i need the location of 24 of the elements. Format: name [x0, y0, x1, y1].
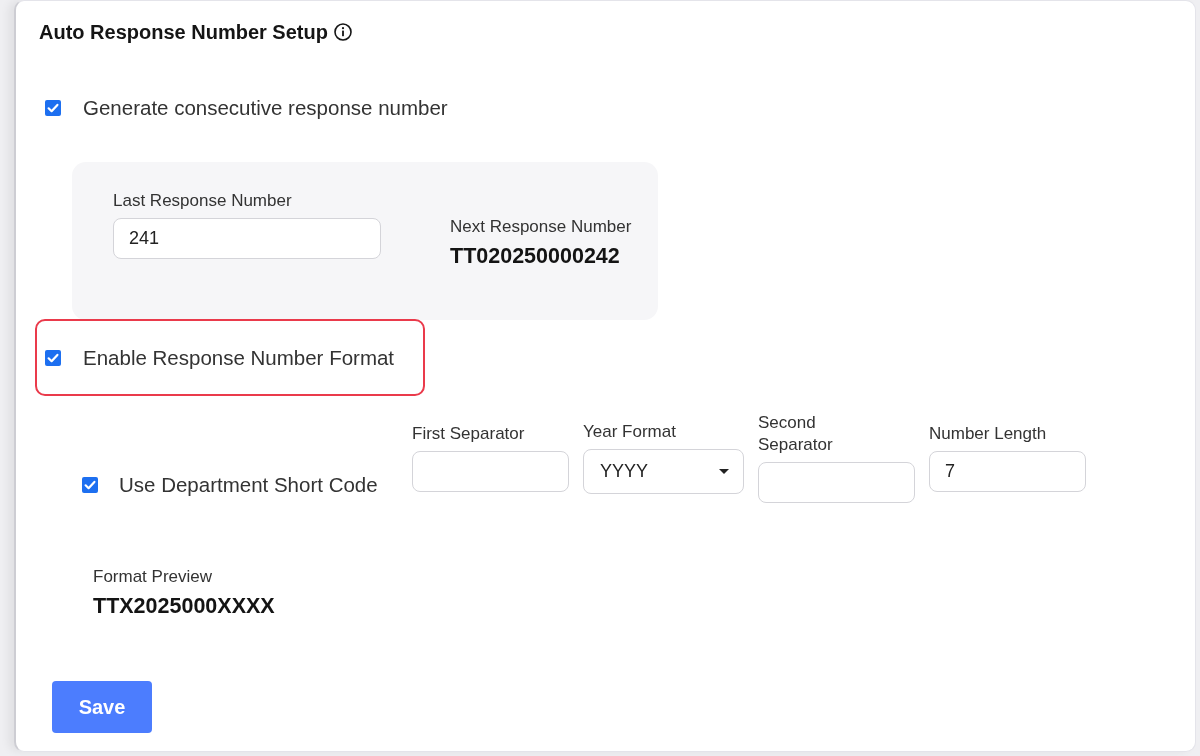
checkbox[interactable] — [45, 349, 61, 366]
readout-label: Format Preview — [93, 567, 214, 587]
field-label: Number Length — [929, 423, 1048, 445]
readout-value: TTX2025000XXXX — [93, 594, 275, 618]
field-label: First Separator — [412, 423, 526, 445]
checkbox-label: Enable Response Number Format — [83, 345, 395, 370]
caret-icon — [719, 469, 729, 474]
field-label: Last Response Number — [113, 190, 293, 212]
input-field[interactable]: 241 — [113, 218, 381, 259]
field-label: Second Separator — [758, 412, 834, 456]
checkbox[interactable] — [82, 476, 98, 493]
dropdown[interactable]: YYYY — [583, 449, 744, 494]
save-button[interactable]: Save — [52, 681, 152, 733]
readout-value: TT020250000242 — [450, 244, 621, 268]
input-field[interactable] — [758, 462, 915, 503]
info-icon[interactable] — [333, 23, 352, 41]
input-field[interactable] — [412, 451, 569, 492]
readout-label: Next Response Number — [450, 217, 632, 237]
field-label: Year Format — [583, 421, 677, 443]
checkbox-label: Use Department Short Code — [119, 472, 378, 497]
input-field[interactable]: 7 — [929, 451, 1086, 492]
checkbox[interactable] — [45, 99, 61, 116]
section-title: Auto Response Number Setup — [39, 20, 328, 44]
checkbox-label: Generate consecutive response number — [83, 95, 448, 120]
